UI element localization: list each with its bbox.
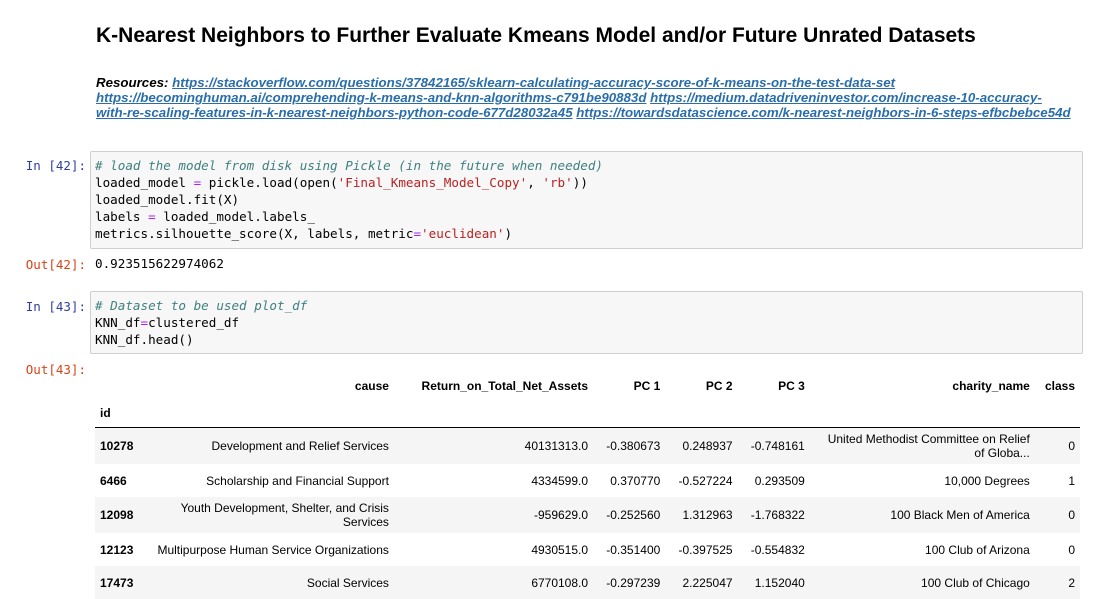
table-cell: 0.293509 (754, 473, 805, 488)
code-line: # load the model from disk using Pickle … (95, 157, 1078, 174)
table-cell: -0.351400 (606, 542, 661, 557)
row-index: 6466 (100, 473, 127, 488)
table-cell: Development and Relief Services (211, 439, 389, 453)
resource-link[interactable]: https://becominghuman.ai/comprehending-k… (96, 90, 646, 105)
table-cell: 40131313.0 (524, 439, 589, 453)
resource-link[interactable]: https://towardsdatascience.com/k-nearest… (576, 105, 1070, 120)
code-token: KNN_df (95, 315, 141, 330)
table-cell: 1.312963 (682, 508, 733, 522)
col-header: cause (354, 379, 389, 393)
code-token: metrics.silhouette_score(X, labels, metr… (95, 226, 414, 241)
table-cell: 0.248937 (682, 439, 733, 453)
table-cell: -0.252560 (606, 508, 661, 522)
table-cell: -0.297239 (606, 575, 661, 590)
table-cell: 0 (1068, 542, 1075, 557)
table-cell: 10,000 Degrees (944, 473, 1030, 488)
table-cell: United Methodist Committee on Relief of … (827, 432, 1030, 460)
col-header: PC 1 (633, 379, 661, 393)
resource-link[interactable]: https://stackoverflow.com/questions/3784… (172, 75, 895, 90)
code-cell-43[interactable]: # Dataset to be used plot_df KNN_df=clust… (90, 291, 1083, 354)
code-line: KNN_df=clustered_df (95, 314, 1078, 331)
table-cell: 0 (1068, 508, 1075, 522)
table-cell: Youth Development, Shelter, and Crisis S… (180, 501, 389, 529)
col-header: PC 3 (778, 379, 805, 393)
row-index: 12123 (100, 542, 134, 557)
table-row: 17473 Social Services 6770108.0 -0.297239 2.… (95, 566, 1080, 599)
code-token: # Dataset to be used plot_df (95, 298, 308, 313)
code-token: # load the model from disk using Pickle … (95, 158, 603, 173)
code-token: )) (572, 175, 588, 190)
row-index: 10278 (100, 439, 134, 453)
code-token: labels (95, 209, 149, 224)
code-token: clustered_df (148, 315, 240, 330)
row-index: 12098 (100, 508, 134, 522)
col-header: Return_on_Total_Net_Assets (421, 379, 589, 393)
table-row: 6466 Scholarship and Financial Support 433… (95, 464, 1080, 497)
table-cell: 0 (1068, 439, 1075, 453)
table-cell: Social Services (306, 575, 389, 590)
table-row: 12123 Multipurpose Human Service Organiza… (95, 533, 1080, 566)
dataframe-table: cause Return_on_Total_Net_Assets PC 1 PC… (95, 373, 1080, 599)
table-row: 12098 Youth Development, Shelter, and Cri… (95, 497, 1080, 533)
col-header: charity_name (952, 379, 1030, 393)
table-cell: Scholarship and Financial Support (206, 473, 389, 488)
code-token: = (140, 315, 149, 330)
code-token: = (148, 209, 156, 224)
table-cell: Multipurpose Human Service Organizations (157, 542, 389, 557)
table-cell: 6770108.0 (531, 575, 589, 590)
output-prompt-43: Out[43]: (25, 362, 86, 377)
code-token: = (413, 226, 422, 241)
code-line: KNN_df.head() (95, 331, 1078, 348)
table-cell: -0.380673 (606, 439, 661, 453)
resources-label: Resources: (96, 75, 169, 90)
code-token: KNN_df.head() (95, 332, 194, 347)
index-header: id (95, 399, 144, 428)
table-cell: 100 Club of Chicago (921, 575, 1030, 590)
output-prompt-42: Out[42]: (25, 257, 86, 272)
code-line: labels = loaded_model.labels_ (95, 208, 1078, 225)
table-cell: 2 (1068, 575, 1075, 590)
col-header: PC 2 (705, 379, 733, 393)
resources-paragraph: Resources: https://stackoverflow.com/que… (96, 75, 1071, 120)
code-token: loaded_model (95, 175, 194, 190)
code-token: 'euclidean' (421, 226, 505, 241)
code-cell-42[interactable]: # load the model from disk using Pickle … (90, 151, 1083, 249)
code-token: 'Final_Kmeans_Model_Copy' (337, 175, 528, 190)
table-row: 10278 Development and Relief Services 4013… (95, 427, 1080, 464)
code-token: loaded_model.fit(X) (95, 192, 240, 207)
table-cell: -0.554832 (750, 542, 805, 557)
table-cell: 2.225047 (682, 575, 733, 590)
code-token: loaded_model.labels_ (155, 209, 315, 224)
silhouette-score-output: 0.923515622974062 (95, 256, 224, 271)
table-cell: 1.152040 (754, 575, 805, 590)
table-cell: -1.768322 (750, 508, 805, 522)
row-index: 17473 (100, 575, 134, 590)
table-cell: 4334599.0 (531, 473, 589, 488)
code-token: pickle.load(open( (201, 175, 338, 190)
table-cell: 4930515.0 (531, 542, 589, 557)
col-header: class (1044, 379, 1075, 393)
section-heading: K-Nearest Neighbors to Further Evaluate … (96, 24, 976, 47)
code-line: # Dataset to be used plot_df (95, 297, 1078, 314)
code-token: 'rb' (542, 175, 573, 190)
code-line: loaded_model.fit(X) (95, 191, 1078, 208)
table-cell: 0.370770 (610, 473, 661, 488)
code-line: loaded_model = pickle.load(open('Final_K… (95, 174, 1078, 191)
input-prompt-42: In [42]: (25, 158, 86, 173)
code-line: metrics.silhouette_score(X, labels, metr… (95, 225, 1078, 242)
table-cell: 1 (1068, 473, 1075, 488)
table-cell: 100 Club of Arizona (925, 542, 1030, 557)
input-prompt-43: In [43]: (25, 299, 86, 314)
code-token: ) (504, 226, 513, 241)
table-cell: -0.527224 (678, 473, 733, 488)
code-token: , (527, 175, 543, 190)
table-cell: 100 Black Men of America (890, 508, 1030, 522)
table-cell: -959629.0 (534, 508, 589, 522)
table-cell: -0.748161 (750, 439, 805, 453)
table-cell: -0.397525 (678, 542, 733, 557)
